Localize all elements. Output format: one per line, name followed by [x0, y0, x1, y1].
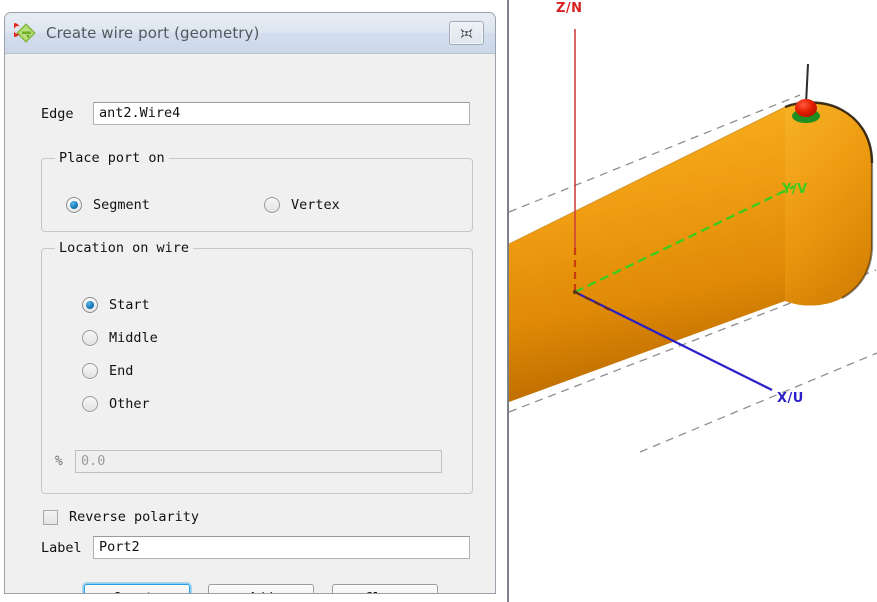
add-button[interactable]: Add	[208, 584, 314, 593]
create-wire-port-dialog: Create wire port (geometry) Edge ant2.Wi…	[4, 12, 496, 594]
percent-row: % 0.0	[55, 450, 442, 473]
radio-other[interactable]: Other	[82, 396, 150, 412]
dialog-button-bar: Create Add Close	[84, 584, 438, 593]
edge-row: Edge ant2.Wire4	[41, 102, 470, 125]
radio-start-indicator[interactable]	[82, 297, 98, 313]
radio-end[interactable]: End	[82, 363, 133, 379]
close-dialog-button[interactable]: Close	[332, 584, 438, 593]
port-label-input[interactable]: Port2	[93, 536, 470, 559]
panel-divider	[507, 0, 509, 602]
radio-end-indicator[interactable]	[82, 363, 98, 379]
radio-segment[interactable]: Segment	[66, 197, 150, 213]
radio-segment-indicator[interactable]	[66, 197, 82, 213]
radio-middle-indicator[interactable]	[82, 330, 98, 346]
origin-point	[572, 289, 578, 295]
place-port-on-group: Place port on Segment Vertex	[41, 150, 473, 232]
radio-segment-label: Segment	[93, 197, 150, 213]
x-axis-label: X/U	[777, 391, 804, 406]
y-axis-label: Y/V	[781, 182, 808, 197]
radio-other-indicator[interactable]	[82, 396, 98, 412]
radio-end-label: End	[109, 363, 134, 379]
dialog-title: Create wire port (geometry)	[46, 24, 260, 42]
create-button[interactable]: Create	[84, 584, 190, 593]
edge-label: Edge	[41, 105, 74, 122]
percent-label: %	[55, 454, 63, 469]
create-port-icon	[6, 21, 38, 45]
wire-port-marker[interactable]	[792, 63, 820, 123]
dialog-titlebar[interactable]: Create wire port (geometry)	[5, 13, 495, 54]
dialog-body: Edge ant2.Wire4 Place port on Segment Ve…	[5, 54, 495, 593]
radio-vertex-indicator[interactable]	[264, 197, 280, 213]
z-axis-label: Z/N	[556, 1, 583, 16]
close-icon	[460, 28, 473, 38]
port-label-row: Label Port2	[41, 536, 470, 559]
radio-middle-label: Middle	[109, 330, 158, 346]
port-marker-icon	[795, 99, 817, 117]
radio-middle[interactable]: Middle	[82, 330, 158, 346]
radio-other-label: Other	[109, 396, 150, 412]
close-button[interactable]	[449, 21, 484, 45]
app-root: Z/N Y/V X/U Create wire port (geometry)	[0, 0, 877, 602]
radio-start-label: Start	[109, 297, 150, 313]
reverse-polarity-checkbox[interactable]	[43, 509, 58, 525]
port-label-caption: Label	[41, 539, 82, 556]
radio-start[interactable]: Start	[82, 297, 150, 313]
location-on-wire-title: Location on wire	[55, 240, 194, 256]
radio-vertex-label: Vertex	[291, 197, 340, 213]
reverse-polarity-row[interactable]: Reverse polarity	[43, 509, 199, 525]
percent-input[interactable]: 0.0	[75, 450, 442, 473]
edge-input[interactable]: ant2.Wire4	[93, 102, 470, 125]
reverse-polarity-label: Reverse polarity	[69, 509, 200, 525]
cylinder-geometry[interactable]	[508, 101, 874, 402]
place-port-on-title: Place port on	[55, 150, 169, 166]
radio-vertex[interactable]: Vertex	[264, 197, 340, 213]
